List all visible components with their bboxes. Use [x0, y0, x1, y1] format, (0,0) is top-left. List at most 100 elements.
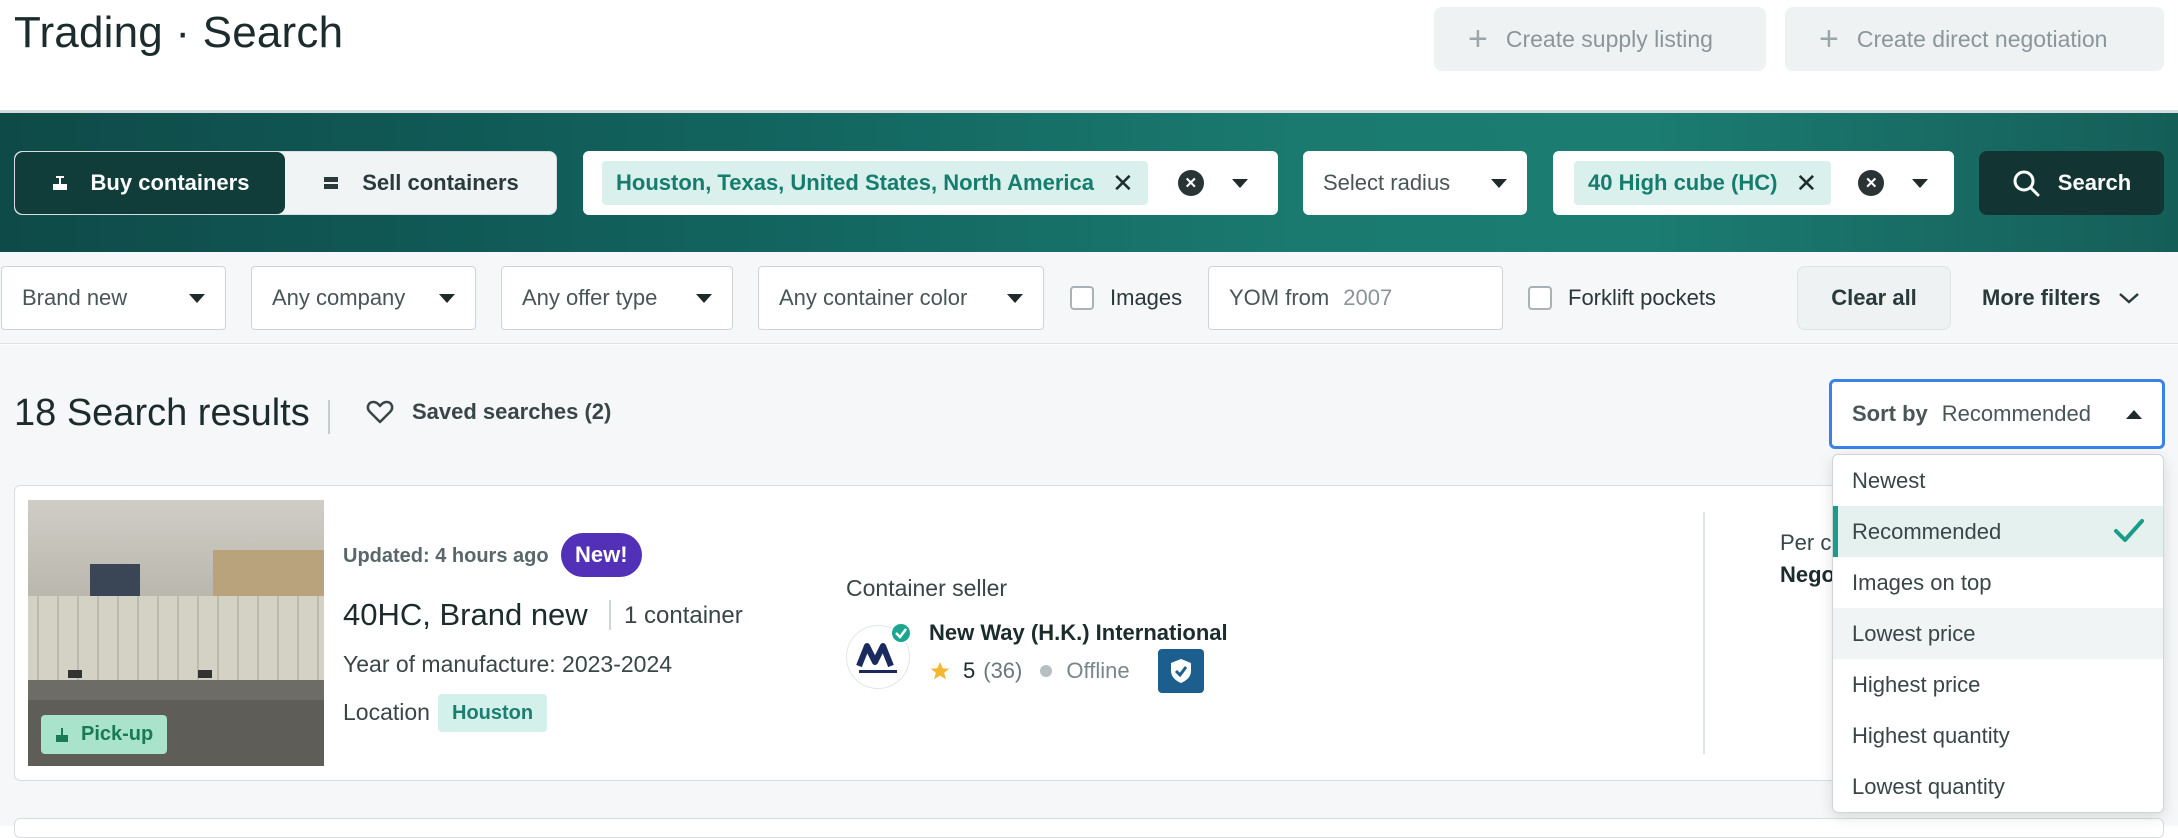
results-count: 18 Search results — [14, 392, 310, 434]
clear-location-icon[interactable]: ✕ — [1177, 170, 1204, 196]
condition-value: Brand new — [22, 285, 128, 310]
more-filters-button[interactable]: More filters — [1982, 266, 2141, 330]
price-value: Nego — [1780, 562, 1835, 587]
container-stack-icon — [324, 177, 339, 189]
search-button-label: Search — [2057, 170, 2132, 195]
search-icon — [2013, 170, 2040, 197]
yom-from-field[interactable]: YOM from 2007 — [1208, 266, 1503, 330]
chevron-up-icon — [2126, 409, 2142, 419]
location-chip: Houston, Texas, United States, North Ame… — [602, 161, 1148, 205]
sell-containers-button[interactable]: Sell containers — [285, 152, 556, 214]
results-divider — [328, 400, 330, 434]
location-select[interactable]: Houston, Texas, United States, North Ame… — [583, 151, 1278, 215]
yom-from-value: 2007 — [1343, 285, 1393, 310]
offer-type-value: Any offer type — [522, 285, 658, 310]
sort-value: Recommended — [1941, 401, 2091, 426]
chevron-down-icon — [696, 293, 712, 303]
offer-type-select[interactable]: Any offer type — [501, 266, 733, 330]
star-icon — [930, 661, 950, 680]
remove-type-icon[interactable]: ✕ — [1795, 168, 1817, 199]
forklift-checkbox-box[interactable] — [1528, 286, 1552, 310]
year-of-manufacture: Year of manufacture: 2023-2024 — [343, 651, 673, 677]
create-direct-negotiation-button[interactable]: + Create direct negotiation — [1785, 7, 2164, 71]
container-type-chip-label: 40 High cube (HC) — [1588, 170, 1778, 195]
sort-label: Sort by — [1852, 401, 1928, 426]
container-type-select[interactable]: 40 High cube (HC) ✕ ✕ — [1553, 151, 1954, 215]
result-card[interactable] — [14, 818, 2164, 838]
pickup-badge: Pick-up — [41, 715, 168, 754]
create-supply-listing-label: Create supply listing — [1505, 25, 1713, 52]
online-status: Offline — [1066, 658, 1130, 683]
sort-option-lowest-price[interactable]: Lowest price — [1833, 608, 2163, 659]
company-value: Any company — [272, 285, 406, 310]
updated-timestamp: Updated: 4 hours ago — [343, 545, 549, 567]
sort-option-lowest-quantity[interactable]: Lowest quantity — [1833, 761, 2163, 812]
create-supply-listing-button[interactable]: + Create supply listing — [1434, 7, 1766, 71]
chevron-down-icon — [189, 293, 205, 303]
sell-containers-label: Sell containers — [362, 170, 519, 195]
forklift-pockets-checkbox[interactable]: Forklift pockets — [1528, 266, 1716, 330]
condition-select[interactable]: Brand new — [1, 266, 226, 330]
page-title: Trading · Search — [14, 8, 344, 57]
images-checkbox[interactable]: Images — [1070, 266, 1182, 330]
clear-type-icon[interactable]: ✕ — [1858, 170, 1885, 196]
price-label: Per c — [1780, 530, 1832, 555]
crane-icon — [52, 176, 67, 190]
sort-menu: Newest Recommended Images on top Lowest … — [1832, 454, 2164, 813]
clear-all-button[interactable]: Clear all — [1797, 266, 1951, 330]
create-direct-negotiation-label: Create direct negotiation — [1856, 25, 2108, 52]
yom-from-label: YOM from — [1229, 285, 1330, 310]
sort-option-highest-quantity[interactable]: Highest quantity — [1833, 710, 2163, 761]
images-checkbox-label: Images — [1110, 285, 1183, 310]
sort-select[interactable]: Sort by Recommended — [1829, 379, 2165, 449]
saved-searches-button[interactable]: Saved searches (2) — [366, 399, 611, 425]
seller-rating: 5 (36) Offline — [929, 658, 1130, 684]
sort-option-newest[interactable]: Newest — [1833, 455, 2163, 506]
verified-check-icon — [890, 622, 912, 644]
pickup-badge-label: Pick-up — [81, 723, 154, 745]
location-chip: Houston — [438, 694, 548, 732]
chevron-down-icon[interactable] — [1231, 178, 1248, 188]
checkmark-icon — [2114, 519, 2144, 542]
chevron-down-icon — [1007, 293, 1023, 303]
forklift-checkbox-label: Forklift pockets — [1568, 285, 1716, 310]
container-color-select[interactable]: Any container color — [758, 266, 1044, 330]
container-quantity: 1 container — [624, 602, 743, 629]
seller-name[interactable]: New Way (H.K.) International — [929, 620, 1228, 646]
location-label: Location — [343, 699, 430, 725]
sort-option-recommended[interactable]: Recommended — [1833, 506, 2163, 557]
company-select[interactable]: Any company — [251, 266, 476, 330]
remove-location-icon[interactable]: ✕ — [1112, 168, 1134, 199]
buy-containers-label: Buy containers — [90, 170, 250, 195]
chevron-down-icon[interactable] — [1912, 178, 1929, 188]
sort-option-label: Recommended — [1852, 518, 2002, 544]
seller-label: Container seller — [846, 575, 1008, 601]
heart-icon — [366, 400, 394, 424]
rating-value: 5 — [963, 658, 976, 683]
crane-icon — [56, 727, 68, 742]
buy-sell-toggle: Buy containers Sell containers — [14, 151, 557, 215]
search-button[interactable]: Search — [1979, 151, 2164, 215]
status-dot — [1040, 665, 1053, 677]
saved-searches-label: Saved searches (2) — [412, 399, 612, 424]
chevron-down-icon — [2118, 293, 2139, 304]
rating-count: (36) — [983, 658, 1023, 683]
sort-option-images-on-top[interactable]: Images on top — [1833, 557, 2163, 608]
shield-icon — [1158, 649, 1204, 693]
plus-icon: + — [1468, 20, 1488, 58]
container-color-value: Any container color — [779, 285, 968, 310]
sort-option-highest-price[interactable]: Highest price — [1833, 659, 2163, 710]
chevron-down-icon — [1491, 178, 1507, 188]
more-filters-label: More filters — [1982, 285, 2101, 310]
plus-icon: + — [1819, 20, 1839, 58]
listing-title[interactable]: 40HC, Brand new — [343, 597, 588, 633]
title-divider — [609, 600, 611, 630]
radius-select[interactable]: Select radius — [1303, 151, 1527, 215]
images-checkbox-box[interactable] — [1070, 286, 1094, 310]
buy-containers-button[interactable]: Buy containers — [15, 152, 285, 214]
location-chip-label: Houston, Texas, United States, North Ame… — [616, 170, 1094, 195]
radius-placeholder: Select radius — [1323, 170, 1451, 195]
container-type-chip: 40 High cube (HC) ✕ — [1574, 161, 1832, 205]
chevron-down-icon — [439, 293, 455, 303]
new-badge: New! — [561, 533, 642, 577]
